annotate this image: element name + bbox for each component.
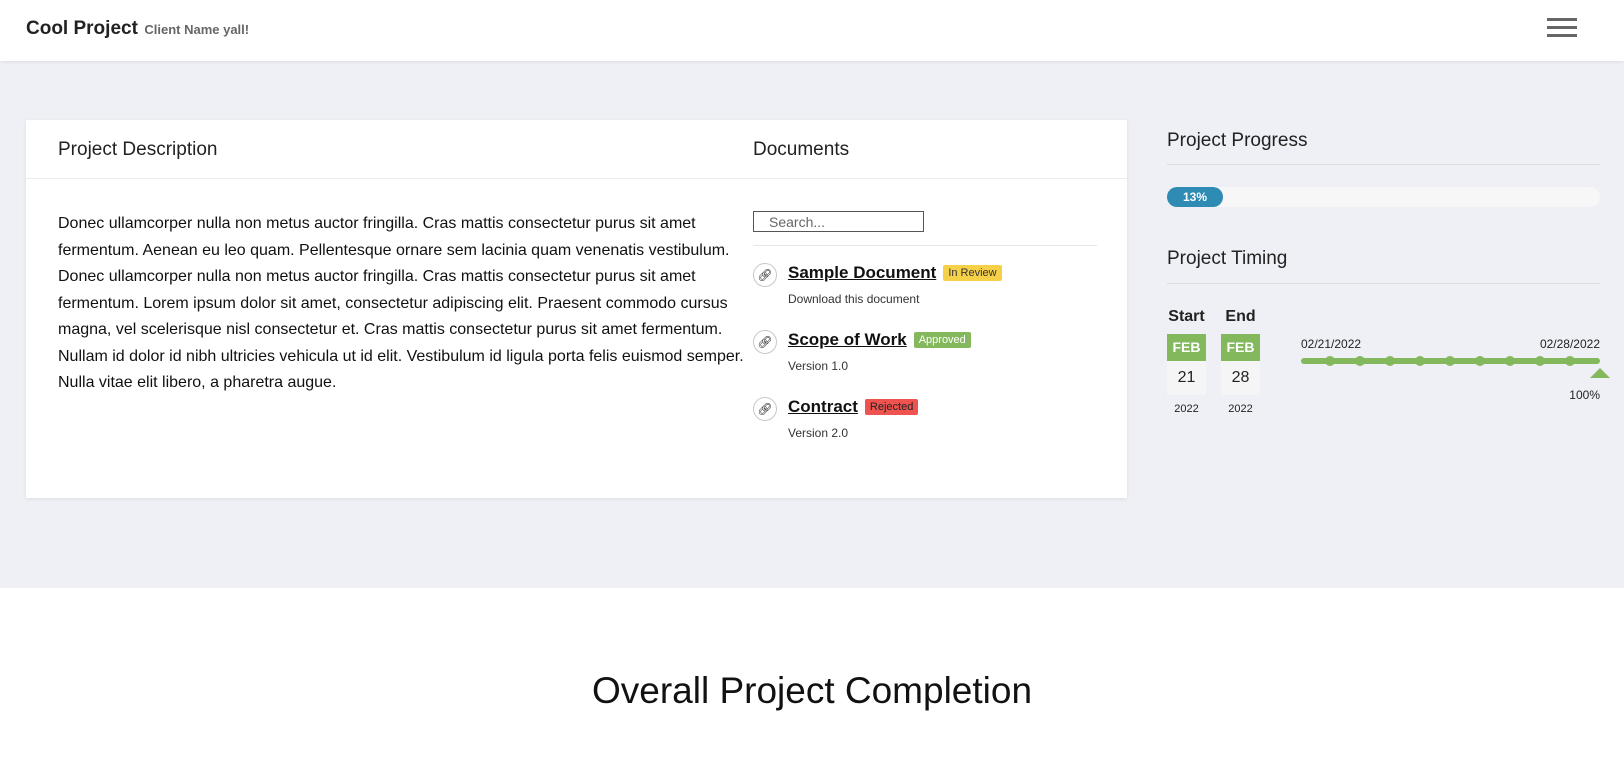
timing-heading: Project Timing (1167, 248, 1288, 269)
divider (1167, 283, 1600, 284)
progress-heading: Project Progress (1167, 130, 1308, 151)
progress-fill: 13% (1167, 187, 1223, 207)
timeline-tick (1565, 356, 1575, 366)
timeline-end-date: 02/28/2022 (1539, 337, 1600, 351)
link-icon[interactable]: 🔗︎ (753, 397, 777, 421)
end-year: 2022 (1228, 403, 1253, 415)
document-list: 🔗︎ Sample Document In Review Download thi… (753, 263, 1097, 464)
link-icon[interactable]: 🔗︎ (753, 330, 777, 354)
completion-section: Overall Project Completion (0, 588, 1624, 778)
documents-panel: 🔗︎ Sample Document In Review Download thi… (753, 211, 1097, 464)
timeline-tick (1385, 356, 1395, 366)
timeline-tick (1325, 356, 1335, 366)
end-label: End (1225, 308, 1256, 325)
side-panel: Project Progress 13% Project Timing Star… (1167, 130, 1610, 415)
document-item: 🔗︎ Scope of Work Approved Version 1.0 (753, 330, 1097, 397)
timeline-tick (1535, 356, 1545, 366)
timeline-tick (1355, 356, 1365, 366)
card-header: Project Description Documents (26, 120, 1127, 179)
start-label: Start (1168, 308, 1205, 325)
timeline-tick (1505, 356, 1515, 366)
document-item: 🔗︎ Contract Rejected Version 2.0 (753, 397, 1097, 464)
description-text: Donec ullamcorper nulla non metus auctor… (58, 215, 744, 391)
project-card: Project Description Documents Donec ulla… (26, 120, 1127, 498)
end-date: End FEB 28 2022 (1221, 308, 1260, 415)
hamburger-icon[interactable] (1547, 18, 1577, 42)
timeline-tick (1475, 356, 1485, 366)
top-bar: Cool Project Client Name yall! (0, 0, 1624, 61)
end-month: FEB (1221, 334, 1260, 361)
document-link[interactable]: Scope of Work Approved (788, 330, 971, 350)
end-day: 28 (1221, 361, 1260, 395)
divider (753, 245, 1097, 246)
start-month: FEB (1167, 334, 1206, 361)
timeline-marker-icon (1590, 368, 1610, 378)
document-item: 🔗︎ Sample Document In Review Download thi… (753, 263, 1097, 330)
timeline-tick (1445, 356, 1455, 366)
document-link[interactable]: Contract Rejected (788, 397, 919, 417)
document-title[interactable]: Sample Document (788, 263, 936, 282)
start-day: 21 (1167, 361, 1206, 395)
document-subtitle: Version 1.0 (788, 359, 849, 373)
progress-bar: 13% (1167, 187, 1600, 207)
start-date: Start FEB 21 2022 (1167, 308, 1206, 415)
progress-label: 13% (1182, 190, 1208, 204)
divider (1167, 164, 1600, 165)
document-subtitle: Version 2.0 (788, 426, 849, 440)
completion-heading: Overall Project Completion (591, 670, 1033, 711)
documents-heading: Documents (753, 139, 850, 160)
brand: Cool Project Client Name yall! (26, 18, 249, 40)
document-title[interactable]: Contract (788, 397, 858, 416)
project-title: Cool Project (26, 18, 138, 39)
start-year: 2022 (1174, 403, 1199, 415)
timeline-tick (1415, 356, 1425, 366)
status-badge: Approved (913, 332, 971, 348)
documents-search-input[interactable] (753, 211, 924, 232)
document-title[interactable]: Scope of Work (788, 330, 907, 349)
timeline-start-date: 02/21/2022 (1301, 337, 1362, 351)
status-badge: Rejected (864, 399, 919, 415)
description-heading: Project Description (58, 139, 218, 160)
client-name: Client Name yall! (144, 22, 250, 37)
document-subtitle: Download this document (788, 292, 920, 306)
status-badge: In Review (943, 265, 1002, 281)
document-link[interactable]: Sample Document In Review (788, 263, 1002, 283)
timeline-percent: 100% (1569, 388, 1600, 402)
link-icon[interactable]: 🔗︎ (753, 263, 777, 287)
